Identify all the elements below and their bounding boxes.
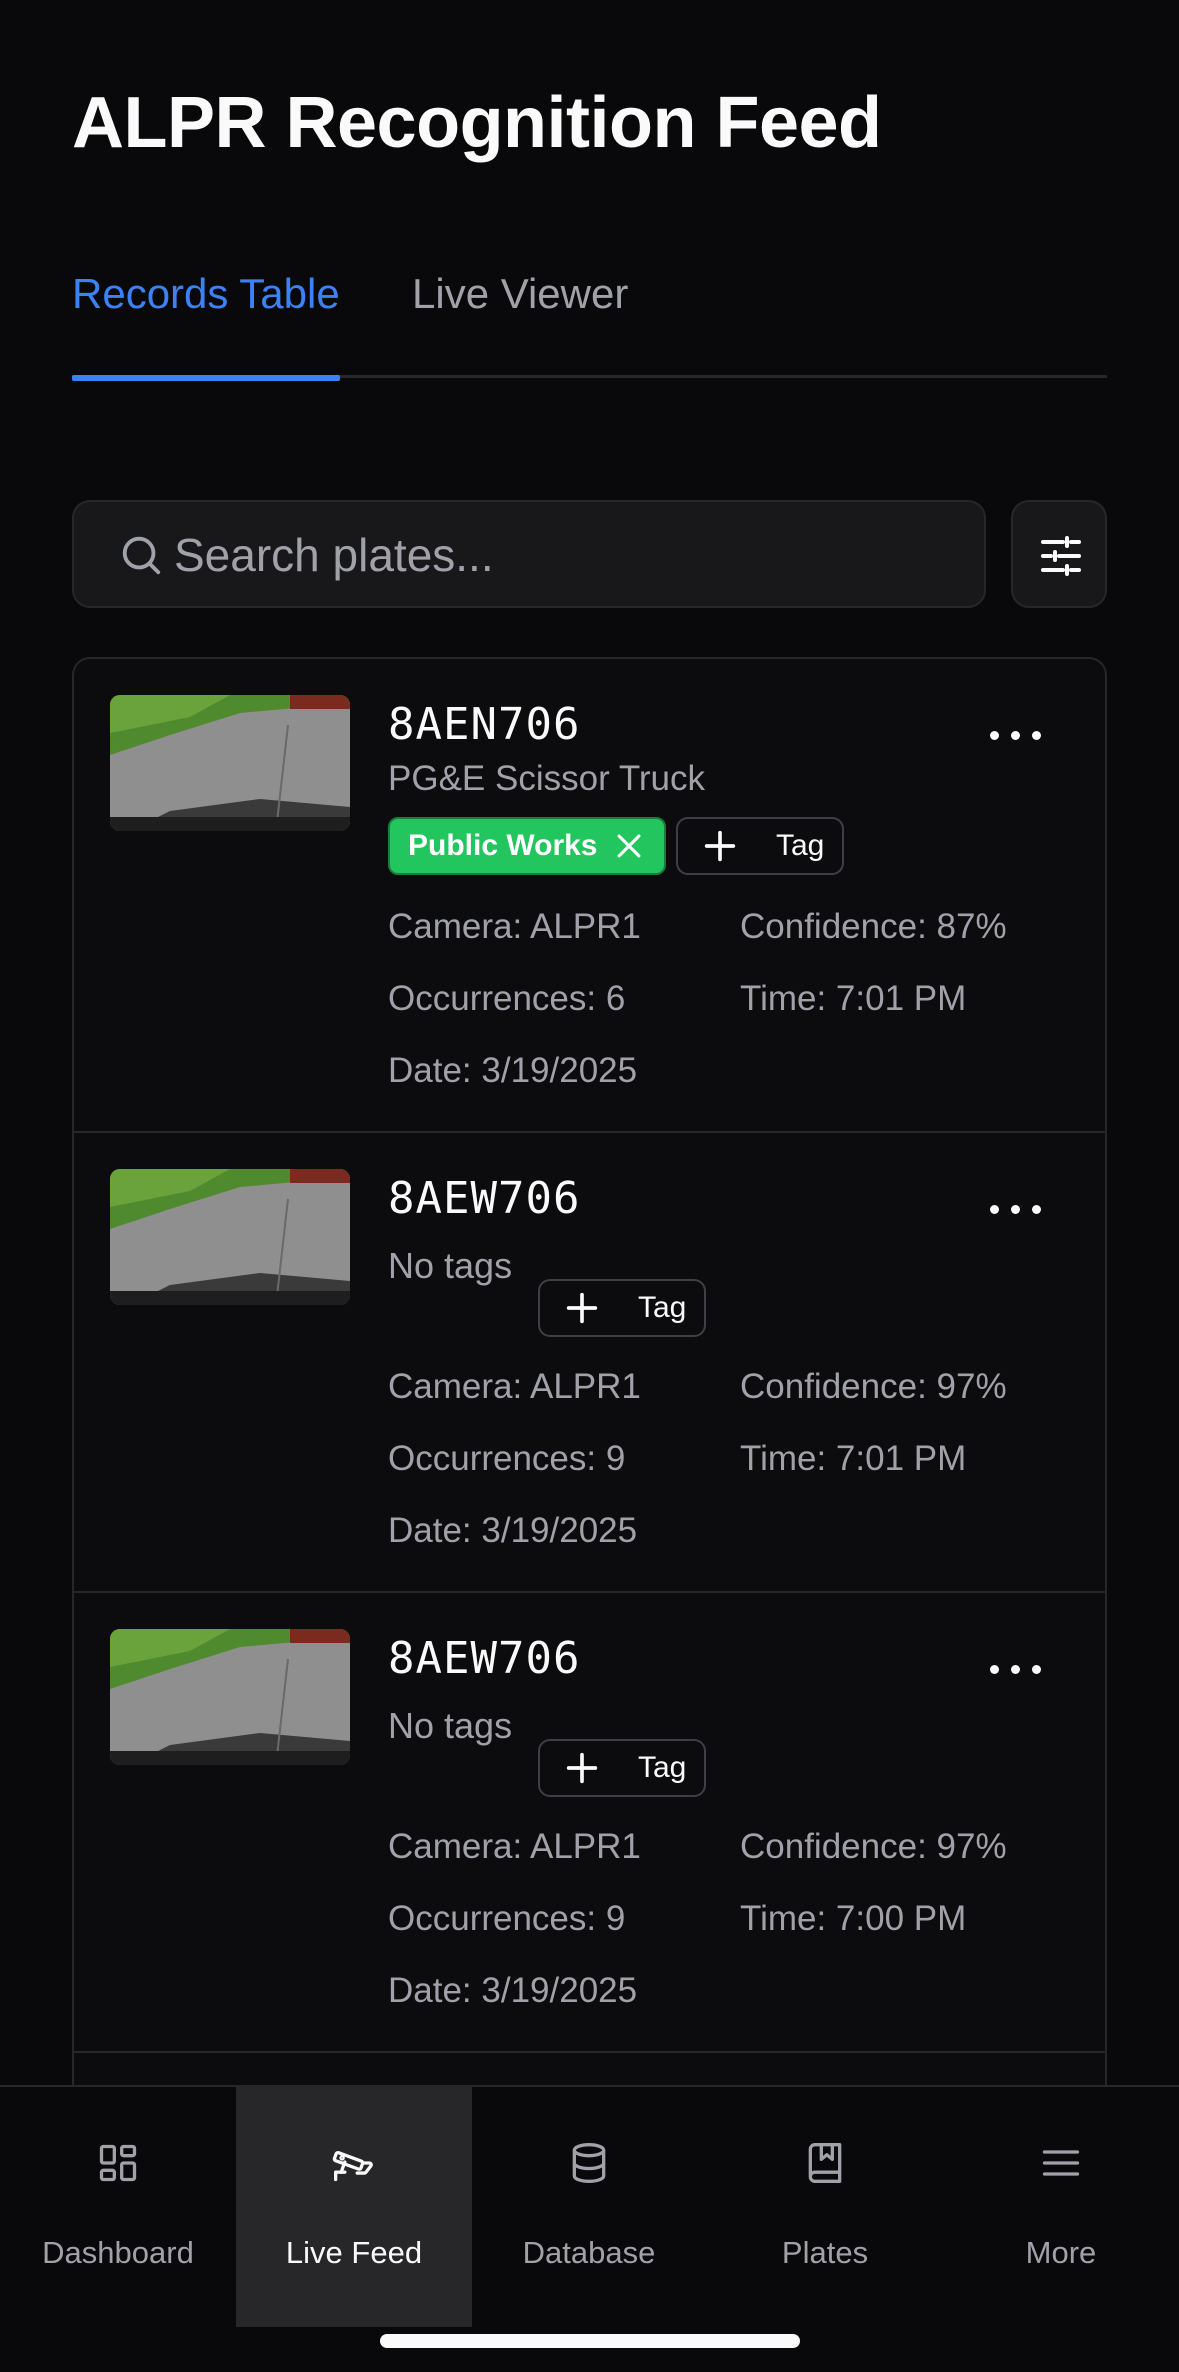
- camera-label: Camera: ALPR1: [388, 1827, 641, 1866]
- plus-icon: [566, 1752, 598, 1784]
- tab-live-viewer[interactable]: Live Viewer: [412, 270, 652, 378]
- sliders-icon: [1041, 536, 1081, 576]
- plus-icon: [566, 1292, 598, 1324]
- record-card[interactable]: 8AEW706 No tags Tag Camera: ALPR1 Confid…: [74, 1133, 1105, 1593]
- layout-grid-icon: [99, 2144, 137, 2182]
- nav-dashboard[interactable]: Dashboard: [0, 2087, 236, 2327]
- plate-number: 8AEW706: [388, 1173, 581, 1224]
- occurrences-label: Occurrences: 9: [388, 1439, 626, 1478]
- plate-number: 8AEW706: [388, 1633, 581, 1684]
- record-card[interactable]: 8AEN706 PG&E Scissor Truck Public Works …: [74, 659, 1105, 1133]
- time-label: Time: 7:00 PM: [740, 1899, 967, 1938]
- bottom-nav: Dashboard Live Feed Database Plates More: [0, 2085, 1179, 2372]
- date-label: Date: 3/19/2025: [388, 1971, 638, 2010]
- plate-thumbnail[interactable]: [110, 1629, 350, 1765]
- search-icon: [122, 536, 161, 575]
- no-tags-label: No tags: [388, 1705, 513, 1746]
- search-input[interactable]: [174, 520, 964, 590]
- camera-label: Camera: ALPR1: [388, 1367, 641, 1406]
- nav-database[interactable]: Database: [471, 2087, 707, 2327]
- menu-icon: [1042, 2150, 1080, 2176]
- add-tag-button[interactable]: Tag: [538, 1739, 707, 1797]
- date-label: Date: 3/19/2025: [388, 1511, 638, 1550]
- add-tag-label: Tag: [638, 1291, 687, 1324]
- tag-pill[interactable]: Public Works: [388, 817, 666, 875]
- nav-more[interactable]: More: [943, 2087, 1179, 2327]
- time-label: Time: 7:01 PM: [740, 979, 967, 1018]
- confidence-label: Confidence: 97%: [740, 1827, 1007, 1866]
- add-tag-label: Tag: [638, 1751, 687, 1784]
- camera-label: Camera: ALPR1: [388, 907, 641, 946]
- plus-icon: [704, 830, 736, 862]
- record-card[interactable]: 8AEW706 No tags Tag Camera: ALPR1 Confid…: [74, 1593, 1105, 2053]
- more-options-button[interactable]: [986, 1651, 1046, 1687]
- time-label: Time: 7:01 PM: [740, 1439, 967, 1478]
- home-indicator: [380, 2334, 800, 2348]
- more-options-button[interactable]: [986, 1191, 1046, 1227]
- nav-label: More: [1025, 2235, 1097, 2270]
- tab-records-table[interactable]: Records Table: [72, 270, 340, 381]
- more-options-button[interactable]: [986, 717, 1046, 753]
- nav-label: Dashboard: [42, 2235, 194, 2270]
- search-box: [72, 500, 986, 608]
- book-marked-icon: [808, 2143, 842, 2183]
- nav-label: Live Feed: [285, 2235, 423, 2270]
- add-tag-button[interactable]: Tag: [676, 817, 845, 875]
- tab-bar: Records Table Live Viewer: [72, 256, 1107, 381]
- no-tags-label: No tags: [388, 1245, 513, 1286]
- date-label: Date: 3/19/2025: [388, 1051, 638, 1090]
- x-icon[interactable]: [612, 829, 646, 863]
- occurrences-label: Occurrences: 6: [388, 979, 626, 1018]
- cctv-camera-icon: [332, 2150, 373, 2182]
- add-tag-button[interactable]: Tag: [538, 1279, 707, 1337]
- tag-label: Public Works: [408, 829, 598, 862]
- nav-plates[interactable]: Plates: [707, 2087, 943, 2327]
- database-icon: [572, 2143, 606, 2183]
- plate-thumbnail[interactable]: [110, 695, 350, 831]
- nav-label: Plates: [781, 2235, 869, 2270]
- page-title: ALPR Recognition Feed: [72, 83, 882, 163]
- plate-number: 8AEN706: [388, 699, 581, 750]
- plate-description: PG&E Scissor Truck: [388, 759, 706, 798]
- records-list: 8AEN706 PG&E Scissor Truck Public Works …: [72, 657, 1107, 2087]
- occurrences-label: Occurrences: 9: [388, 1899, 626, 1938]
- nav-live-feed[interactable]: Live Feed: [236, 2087, 472, 2327]
- confidence-label: Confidence: 87%: [740, 907, 1007, 946]
- nav-label: Database: [522, 2235, 656, 2270]
- add-tag-label: Tag: [776, 829, 825, 862]
- confidence-label: Confidence: 97%: [740, 1367, 1007, 1406]
- filter-button[interactable]: [1011, 500, 1107, 608]
- plate-thumbnail[interactable]: [110, 1169, 350, 1305]
